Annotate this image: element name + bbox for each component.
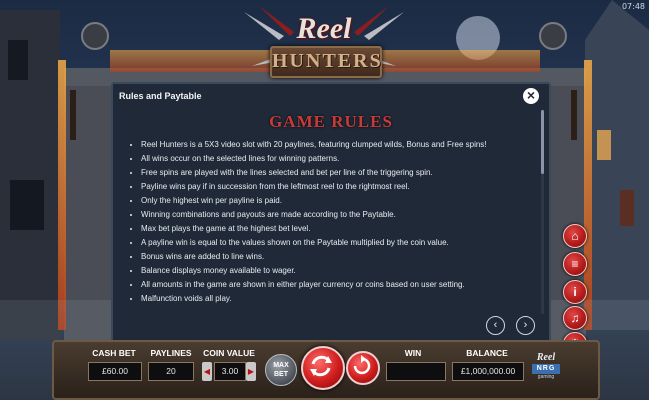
spin-button[interactable] [301,346,345,390]
logo-plate: HUNTERS [270,46,382,78]
logo-subtitle: HUNTERS [272,50,383,72]
max-bet-button[interactable]: MAX BET [265,354,297,386]
provider-logo: Reel NRG gaming [530,352,562,382]
rule-item: Free spins are played with the lines sel… [141,166,541,180]
rule-item: Max bet plays the game at the highest be… [141,222,541,236]
spin-icon [310,355,332,377]
triangle-left-icon: ◀ [203,367,211,376]
rule-item: Only the highest win per payline is paid… [141,194,541,208]
rule-item: Malfunction voids all play. [141,292,541,306]
coin-decrease-button[interactable]: ◀ [202,362,212,381]
panel-title: Rules and Paytable [119,91,202,101]
balance-value: £1,000,000.00 [452,362,524,381]
home-button[interactable]: ⌂ [563,224,587,248]
rule-item: All wins occur on the selected lines for… [141,152,541,166]
paylines-label: PAYLINES [150,348,192,358]
balance-label: BALANCE [466,348,508,358]
win-label: WIN [404,348,422,358]
cash-bet-value: £60.00 [88,362,142,381]
clock: 07:48 [621,2,645,11]
menu-button[interactable]: ≡ [563,252,587,276]
game-logo: Reel HUNTERS [224,6,424,78]
logo-title: Reel [296,12,352,45]
paylines-value: 20 [148,362,194,381]
triangle-right-icon: ▶ [247,367,255,376]
chevron-right-icon: › [523,319,528,331]
coin-value: 3.00 [214,362,246,381]
cash-bet-label: CASH BET [92,348,136,358]
rule-item: All amounts in the game are shown in eit… [141,278,541,292]
sound-icon: ♫ [570,311,580,325]
rule-item: A payline win is equal to the values sho… [141,236,541,250]
close-icon: × [526,87,536,103]
scrollbar[interactable] [541,110,544,314]
rules-list: Reel Hunters is a 5X3 video slot with 20… [129,138,541,314]
max-bet-label: MAX BET [273,362,289,378]
rule-item: Payline wins pay if in succession from t… [141,180,541,194]
rule-item: Balance displays money available to wage… [141,264,541,278]
rule-item: Bonus wins are added to line wins. [141,250,541,264]
rules-panel: Rules and Paytable × GAME RULES Reel Hun… [111,82,551,343]
coin-value-label: COIN VALUE [203,348,255,358]
chevron-left-icon: ‹ [493,319,498,331]
next-page-button[interactable]: › [516,316,535,335]
win-value [386,362,446,381]
rule-item: Reel Hunters is a 5X3 video slot with 20… [141,138,541,152]
provider-logo-bottom: gaming [537,374,555,380]
menu-icon: ≡ [571,257,579,271]
home-icon: ⌂ [571,229,579,243]
info-icon: i [573,285,577,299]
coin-increase-button[interactable]: ▶ [246,362,256,381]
rules-heading: GAME RULES [269,112,393,131]
sound-button[interactable]: ♫ [563,306,587,330]
prev-page-button[interactable]: ‹ [486,316,505,335]
autoplay-button[interactable] [346,351,380,385]
scroll-thumb[interactable] [541,110,544,174]
close-button[interactable]: × [523,88,539,104]
info-button[interactable]: i [563,280,587,304]
rule-item: Winning combinations and payouts are mad… [141,208,541,222]
autoplay-icon [353,355,371,375]
provider-logo-mid: NRG [532,364,560,374]
provider-logo-top: Reel [536,352,556,363]
